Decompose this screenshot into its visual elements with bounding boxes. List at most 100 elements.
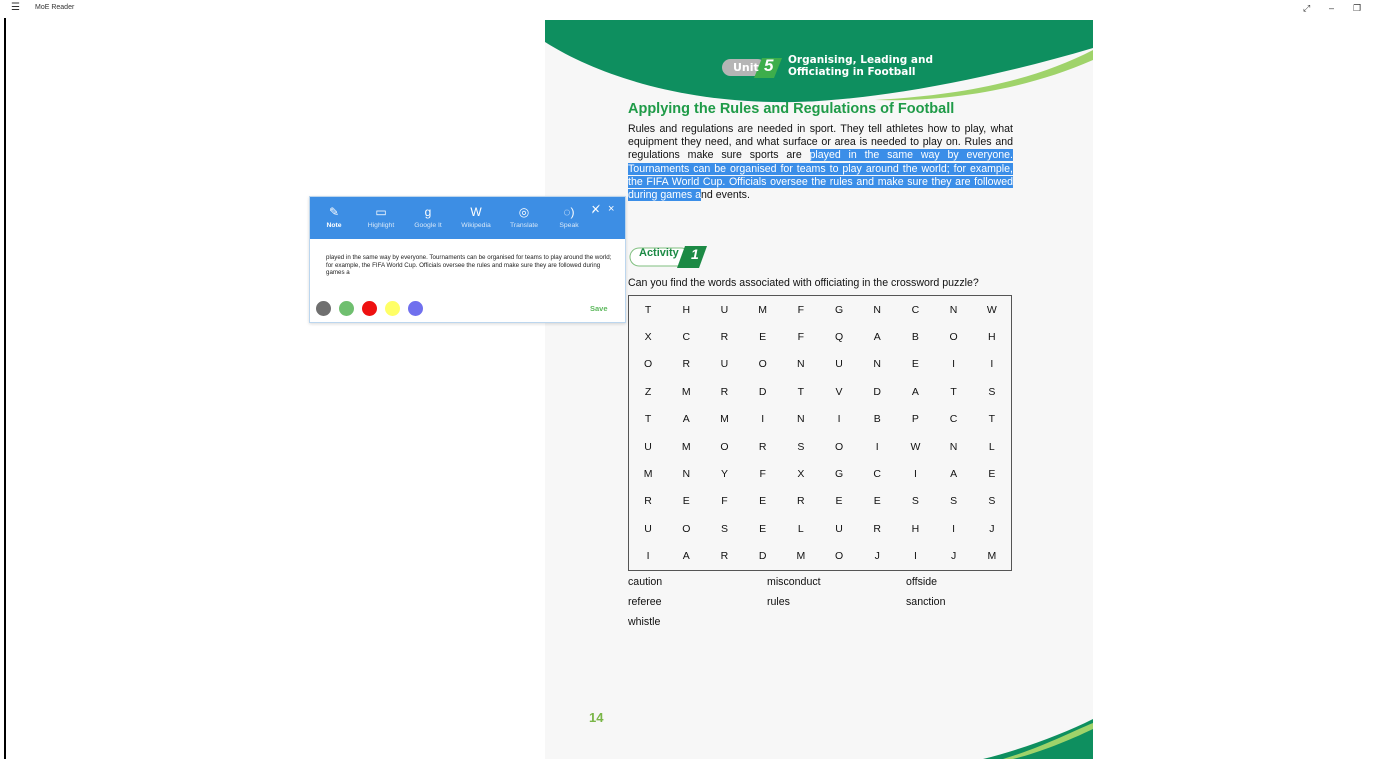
grid-cell: R — [720, 550, 729, 563]
grid-cell: S — [720, 522, 728, 535]
unit-label: Unit — [733, 61, 759, 74]
grid-cell: N — [873, 358, 882, 371]
grid-row: UMORSOIWNL — [629, 433, 1011, 460]
grid-cell: J — [989, 522, 995, 535]
grid-cell: S — [988, 385, 996, 398]
grid-cell: H — [988, 331, 996, 344]
grid-cell: I — [952, 522, 956, 535]
grid-cell: U — [835, 358, 843, 371]
activity-number: 1 — [691, 246, 699, 262]
color-swatch-red[interactable] — [362, 301, 377, 316]
unit-number: 5 — [764, 56, 774, 75]
word-item: rules — [767, 596, 790, 608]
grid-cell: I — [913, 468, 917, 481]
grid-cell: C — [873, 468, 882, 481]
translate-icon: ◎ — [518, 205, 530, 219]
grid-cell: F — [797, 331, 805, 344]
grid-cell: C — [911, 303, 920, 316]
grid-cell: N — [797, 413, 805, 426]
grid-cell: M — [796, 550, 806, 563]
highlight-icon: ▭ — [375, 205, 387, 219]
wikipedia-icon: W — [470, 205, 482, 219]
note-text[interactable]: played in the same way by everyone. Tour… — [326, 254, 616, 277]
unit-title-line-1: Organising, Leading and — [788, 54, 934, 66]
grid-cell: E — [759, 522, 767, 535]
grid-row: ORUONUNEII — [629, 351, 1011, 378]
grid-cell: A — [682, 413, 690, 426]
grid-cell: H — [911, 522, 920, 535]
save-button[interactable]: Save — [590, 304, 608, 313]
note-icon: ✎ — [328, 205, 340, 219]
grid-cell: N — [949, 440, 958, 453]
grid-cell: O — [720, 440, 729, 453]
grid-cell: A — [911, 385, 919, 398]
grid-cell: U — [644, 440, 652, 453]
grid-cell: S — [988, 495, 996, 508]
grid-cell: I — [913, 550, 917, 563]
grid-cell: N — [873, 303, 882, 316]
fullscreen-icon[interactable]: ⤢ — [1303, 3, 1310, 13]
color-swatch-gray[interactable] — [316, 301, 331, 316]
unpin-icon[interactable]: ✕̸ — [591, 203, 600, 216]
grid-cell: G — [834, 468, 844, 481]
grid-cell: E — [988, 468, 996, 481]
grid-cell: E — [682, 495, 690, 508]
hamburger-menu-icon[interactable]: ☰ — [11, 3, 20, 13]
tool-google-it[interactable]: g Google It — [407, 205, 449, 229]
grid-cell: O — [758, 358, 767, 371]
paragraph-text-end[interactable]: nd events. — [701, 189, 750, 201]
tool-highlight[interactable]: ▭ Highlight — [360, 205, 402, 229]
grid-cell: R — [758, 440, 767, 453]
app-title: MoE Reader — [35, 4, 75, 11]
grid-cell: R — [682, 358, 691, 371]
grid-cell: B — [911, 331, 919, 344]
grid-cell: U — [720, 303, 729, 316]
color-swatch-yellow[interactable] — [385, 301, 400, 316]
grid-cell: O — [834, 550, 844, 563]
grid-cell: R — [797, 495, 805, 508]
grid-row: REFEREESSS — [629, 488, 1011, 515]
unit-title-line-2: Officiating in Football — [788, 66, 916, 78]
tool-translate[interactable]: ◎ Translate — [503, 205, 545, 229]
minimize-icon[interactable]: – — [1329, 3, 1334, 13]
color-swatch-blue[interactable] — [408, 301, 423, 316]
tool-note[interactable]: ✎ Note — [313, 205, 355, 229]
grid-cell: I — [837, 413, 841, 426]
grid-cell: O — [949, 331, 958, 344]
restore-icon[interactable]: ❐ — [1353, 3, 1361, 13]
grid-cell: E — [835, 495, 843, 508]
activity-label: Activity — [639, 247, 679, 259]
grid-row: MNYFXGCIAE — [629, 460, 1011, 487]
title-bar: ☰ MoE Reader ⤢ – ❐ — [0, 0, 1376, 18]
word-search-grid: T H U M F G N C N W X C R E F Q A B O H O R U O N U N E I I Z M R D T V D A T S… — [628, 295, 1012, 571]
grid-cell: M — [643, 468, 653, 481]
google-icon: g — [424, 205, 432, 219]
grid-cell: J — [950, 550, 957, 563]
grid-cell: T — [644, 303, 652, 316]
grid-cell: B — [873, 413, 881, 426]
body-paragraph[interactable]: Rules and regulations are needed in spor… — [628, 123, 1014, 202]
color-swatch-green[interactable] — [339, 301, 354, 316]
grid-cell: R — [644, 495, 652, 508]
tool-speak[interactable]: ◌) Speak — [548, 205, 590, 229]
grid-cell: G — [834, 303, 844, 316]
grid-cell: P — [911, 413, 919, 426]
tool-label: Highlight — [367, 222, 395, 229]
grid-cell: R — [873, 522, 882, 535]
grid-cell: N — [949, 303, 958, 316]
grid-cell: V — [835, 385, 843, 398]
grid-cell: F — [797, 303, 805, 316]
close-icon[interactable]: × — [608, 203, 614, 215]
grid-cell: Q — [834, 331, 844, 344]
grid-row: TAMINIBPCT — [629, 406, 1011, 433]
grid-cell: O — [644, 358, 653, 371]
speak-icon: ◌) — [563, 205, 575, 219]
tool-label: Speak — [559, 222, 579, 229]
grid-cell: M — [720, 413, 729, 426]
grid-cell: M — [681, 385, 691, 398]
unit-title: Organising, Leading and Officiating in F… — [788, 54, 933, 78]
word-item: sanction — [906, 596, 946, 608]
tool-wikipedia[interactable]: W Wikipedia — [455, 205, 497, 229]
grid-row: XCREFQABOH — [629, 323, 1011, 350]
tool-label: Translate — [509, 222, 539, 229]
